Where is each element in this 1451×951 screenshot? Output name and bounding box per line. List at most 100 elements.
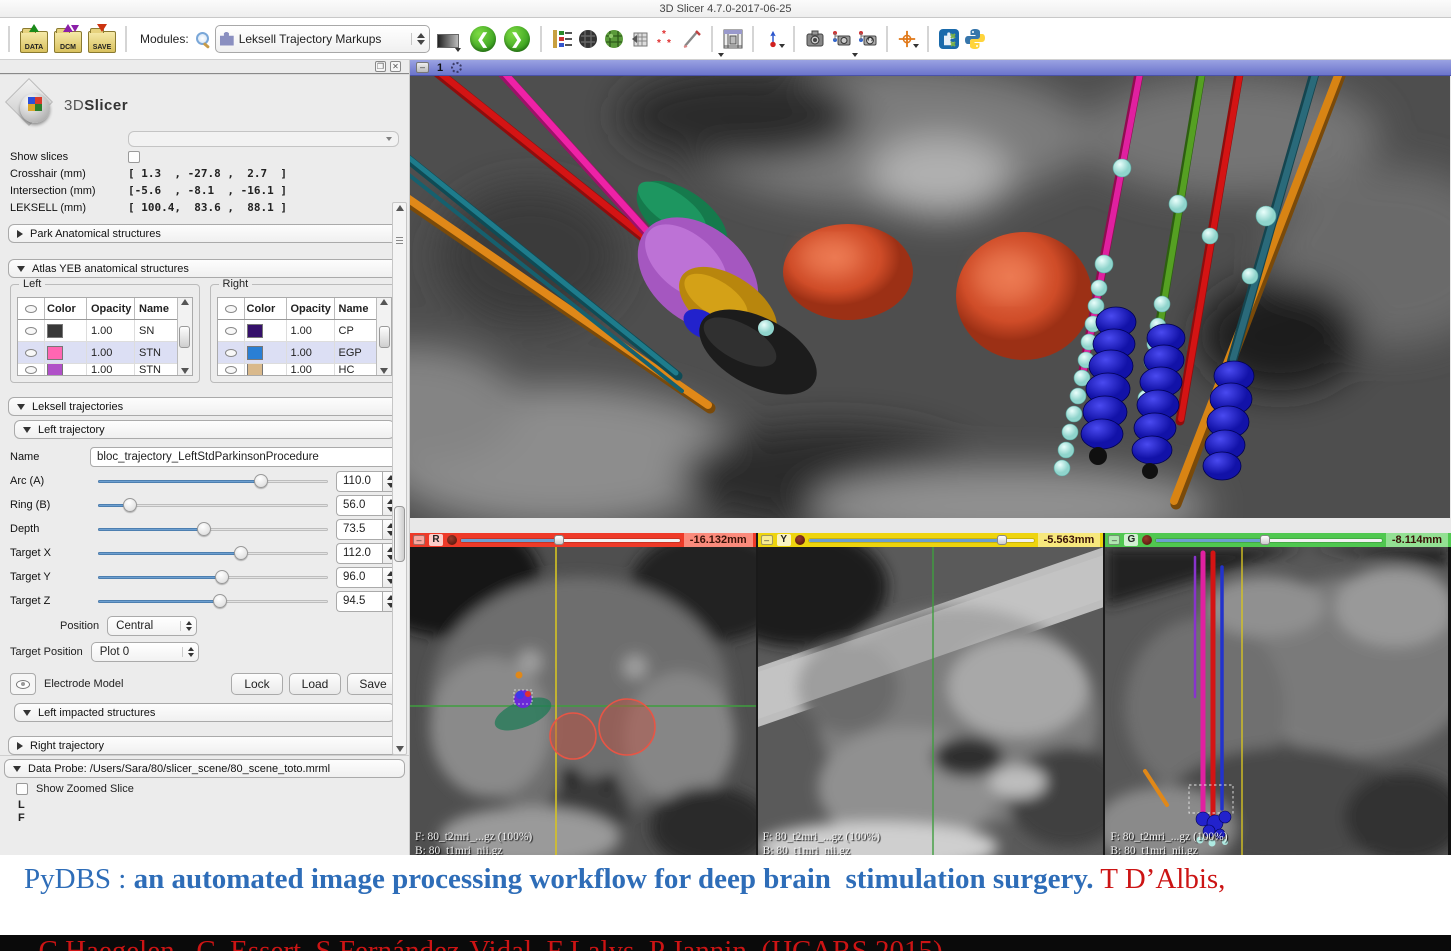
volume-rendering-button[interactable] [577, 28, 599, 50]
visibility-eye-icon[interactable] [25, 366, 37, 374]
models-button[interactable] [603, 28, 625, 50]
section-data-probe[interactable]: Data Probe: /Users/Sara/80/slicer_scene/… [4, 759, 405, 778]
slice-red-foreground-file: F: 80_t2mri_...gz (100%) [415, 830, 532, 844]
visibility-eye-icon[interactable] [225, 327, 237, 335]
slice-yellow-view[interactable]: F: 80_t2mri_...gz (100%) B: 80_t1mri_nii… [758, 547, 1104, 855]
module-list-button[interactable] [551, 28, 573, 50]
atlas-left-scrollbar[interactable] [177, 298, 192, 375]
atlas-right-row-partial[interactable]: 1.00 HC [218, 364, 377, 375]
visibility-eye-icon[interactable] [25, 349, 37, 357]
module-back-button[interactable]: ❮ [468, 24, 498, 54]
python-console-button[interactable] [964, 28, 986, 50]
markups-button[interactable]: *** [655, 28, 677, 50]
slice-red-view[interactable]: F: 80_t2mri_...gz (100%) B: 80_t1mri_nii… [410, 547, 756, 855]
target-position-combo[interactable]: Plot 0 [91, 642, 199, 662]
module-history-button[interactable] [434, 24, 464, 54]
load-data-button[interactable]: DATA [19, 24, 49, 54]
color-swatch[interactable] [247, 324, 263, 338]
target-y-slider[interactable] [98, 569, 328, 585]
slice-pin-icon[interactable] [795, 535, 805, 545]
depth-slider[interactable] [98, 521, 328, 537]
atlas-right-row-egp[interactable]: 1.00 EGP [218, 342, 377, 364]
color-swatch[interactable] [47, 324, 63, 338]
annotations-button[interactable] [681, 28, 703, 50]
crosshair-button[interactable] [897, 28, 919, 50]
trajectory-top-combo[interactable] [128, 131, 399, 147]
probe-letter-f: F [18, 812, 409, 825]
slice-green-view[interactable]: F: 80_t2mri_...gz (100%) B: 80_t1mri_nii… [1105, 547, 1451, 855]
section-left-impacted[interactable]: Left impacted structures [14, 703, 395, 722]
section-leksell-trajectories[interactable]: Leksell trajectories [8, 397, 401, 416]
section-right-trajectory-label: Right trajectory [30, 740, 104, 752]
panel-undock-button[interactable]: ❐ [375, 61, 386, 72]
ring-slider[interactable] [98, 497, 328, 513]
section-park-anatomical[interactable]: Park Anatomical structures [8, 224, 401, 243]
slice-pin-icon[interactable] [1142, 535, 1152, 545]
toolbar-separator [540, 26, 543, 52]
toolbar-separator [793, 26, 796, 52]
arc-spinbox[interactable]: 110.0 [336, 471, 399, 492]
ring-spinbox[interactable]: 56.0 [336, 495, 399, 516]
slice-minimize-button[interactable]: – [1108, 535, 1120, 545]
slice-red-offset: -16.132mm [684, 533, 753, 547]
target-x-spinbox[interactable]: 112.0 [336, 543, 399, 564]
show-zoomed-checkbox[interactable] [16, 783, 28, 795]
threed-minimize-button[interactable]: – [416, 62, 429, 73]
save-button[interactable]: SAVE [87, 24, 117, 54]
slice-minimize-button[interactable]: – [413, 535, 425, 545]
target-z-slider[interactable] [98, 593, 328, 609]
mouse-mode-button[interactable] [763, 28, 785, 50]
atlas-left-row-stn[interactable]: 1.00 STN [18, 342, 177, 364]
section-right-trajectory[interactable]: Right trajectory [8, 736, 401, 755]
atlas-left-row-partial[interactable]: 1.00 STN [18, 364, 177, 375]
dicom-button[interactable]: DCM [53, 24, 83, 54]
scene-restore-button[interactable] [856, 28, 878, 50]
module-search-icon[interactable] [195, 31, 211, 47]
module-selector[interactable]: Leksell Trajectory Markups [215, 25, 430, 53]
target-z-spinbox[interactable]: 94.5 [336, 591, 399, 612]
position-combo[interactable]: Central [107, 616, 197, 636]
target-x-slider[interactable] [98, 545, 328, 561]
trajectory-name-input[interactable]: bloc_trajectory_LeftStdParkinsonProcedur… [90, 447, 399, 467]
threed-scene[interactable] [410, 76, 1451, 518]
lock-button[interactable]: Lock [231, 673, 283, 695]
atlas-right-scrollbar[interactable] [376, 298, 391, 375]
load-button[interactable]: Load [289, 673, 341, 695]
slice-yellow-offset: -5.563mm [1038, 533, 1101, 547]
slice-minimize-button[interactable]: – [761, 535, 773, 545]
section-left-trajectory[interactable]: Left trajectory [14, 420, 395, 439]
transforms-button[interactable] [629, 28, 651, 50]
slice-green-slider[interactable] [1156, 535, 1382, 545]
slice-pin-icon[interactable] [447, 535, 457, 545]
slice-red-slider[interactable] [461, 535, 680, 545]
electrode-visibility-button[interactable] [10, 673, 36, 695]
panel-close-button[interactable]: ✕ [390, 61, 401, 72]
screenshot-button[interactable] [804, 28, 826, 50]
view-splitter[interactable] [410, 518, 1451, 533]
threed-view-gear-icon[interactable] [451, 62, 462, 73]
module-forward-button[interactable]: ❯ [502, 24, 532, 54]
slice-yellow-slider[interactable] [809, 535, 1034, 545]
section-atlas-yeb[interactable]: Atlas YEB anatomical structures [8, 259, 401, 278]
layout-selector-button[interactable] [722, 28, 744, 50]
color-swatch[interactable] [247, 364, 263, 375]
atlas-right-row-cp[interactable]: 1.00 CP [218, 320, 377, 342]
extensions-manager-button[interactable] [938, 28, 960, 50]
visibility-eye-icon[interactable] [225, 349, 237, 357]
panel-scrollbar[interactable] [392, 202, 407, 755]
caption-title-prefix: PyDBS : [24, 863, 134, 895]
panel-scrollbar-thumb[interactable] [394, 506, 405, 562]
target-y-spinbox[interactable]: 96.0 [336, 567, 399, 588]
color-swatch[interactable] [247, 346, 263, 360]
color-swatch[interactable] [47, 346, 63, 360]
arc-slider[interactable] [98, 473, 328, 489]
scene-view-button[interactable] [830, 28, 852, 50]
show-slices-checkbox[interactable] [128, 151, 140, 163]
depth-spinbox[interactable]: 73.5 [336, 519, 399, 540]
module-selector-value: Leksell Trajectory Markups [239, 32, 406, 46]
caption-author-first: T D’Albis, [1094, 863, 1226, 895]
atlas-left-row-sn[interactable]: 1.00 SN [18, 320, 177, 342]
color-swatch[interactable] [47, 364, 63, 375]
visibility-eye-icon[interactable] [25, 327, 37, 335]
visibility-eye-icon[interactable] [225, 366, 237, 374]
